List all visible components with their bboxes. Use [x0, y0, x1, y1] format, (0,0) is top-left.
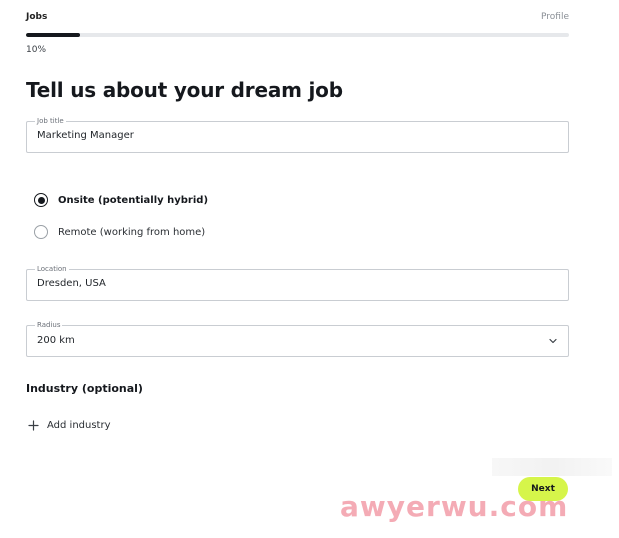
job-preferences-page: Jobs Profile 10% Tell us about your drea… — [0, 0, 619, 538]
radius-label: Radius — [35, 320, 63, 330]
progress-percent: 10% — [26, 45, 47, 55]
job-title-input[interactable] — [37, 130, 537, 141]
radio-remote[interactable]: Remote (working from home) — [34, 223, 205, 241]
radio-button-unchecked[interactable] — [34, 225, 48, 239]
plus-icon — [28, 420, 39, 431]
page-title: Tell us about your dream job — [26, 78, 343, 102]
radio-onsite-label: Onsite (potentially hybrid) — [58, 194, 209, 206]
radio-button-checked[interactable] — [34, 193, 48, 207]
job-title-label: Job title — [35, 116, 66, 126]
radio-dot — [37, 196, 45, 204]
add-industry-label: Add industry — [47, 420, 111, 431]
step-label-profile: Profile — [541, 12, 569, 22]
watermark-text: awyerwu.com — [340, 490, 569, 523]
chevron-down-icon[interactable] — [548, 336, 558, 346]
add-industry-button[interactable]: Add industry — [28, 420, 111, 431]
job-title-field[interactable]: Job title — [26, 116, 569, 153]
progress-bar — [26, 33, 569, 37]
industry-title: Industry (optional) — [26, 382, 143, 395]
blurred-area — [492, 458, 612, 476]
radius-value: 200 km — [37, 335, 75, 346]
radio-remote-label: Remote (working from home) — [58, 226, 206, 238]
radius-select[interactable]: Radius 200 km — [26, 320, 569, 357]
radio-onsite[interactable]: Onsite (potentially hybrid) — [34, 191, 208, 209]
progress-fill — [26, 33, 81, 37]
location-field[interactable]: Location — [26, 264, 569, 301]
location-label: Location — [35, 264, 69, 274]
location-input[interactable] — [37, 278, 537, 289]
step-label-jobs: Jobs — [26, 12, 48, 22]
